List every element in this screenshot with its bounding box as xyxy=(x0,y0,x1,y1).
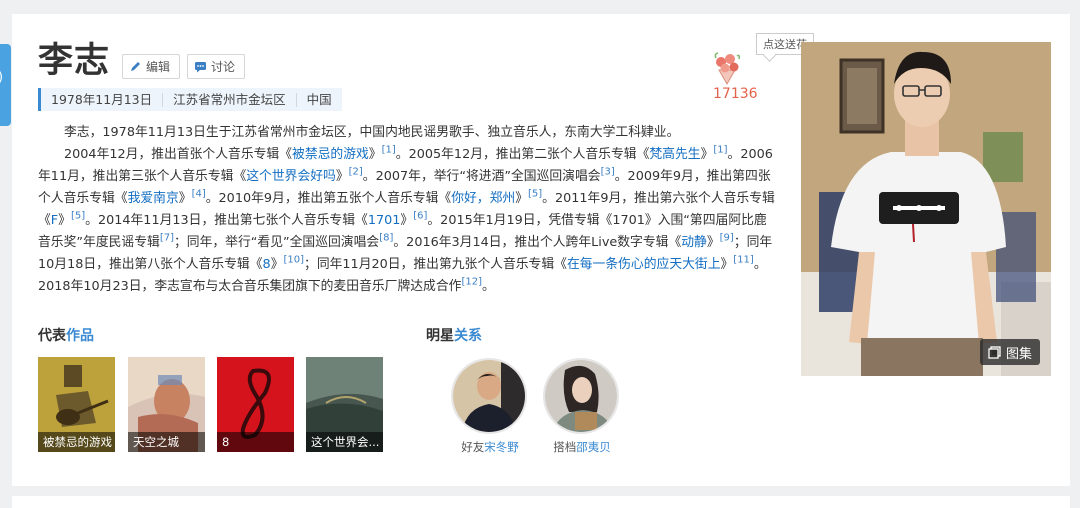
citation-link[interactable]: [7] xyxy=(160,233,174,244)
text-run: 》 xyxy=(335,169,349,184)
discuss-button-label: 讨论 xyxy=(211,60,236,74)
text-run: 2004年12月，推出首张个人音乐专辑《 xyxy=(64,147,293,162)
citation-link[interactable]: [11] xyxy=(733,255,754,266)
relation-label-2: 搭档邵夷贝 xyxy=(532,439,632,455)
discuss-button[interactable]: 讨论 xyxy=(187,54,245,79)
nationality: 中国 xyxy=(306,91,332,107)
entry-card: 李志 编辑 讨论 1978年11月13日 江苏省常州市金坛区 中国 点这送花 1… xyxy=(12,14,1070,486)
text-run: 。 xyxy=(481,279,495,294)
birth-place: 江苏省常州市金坛区 xyxy=(163,92,297,107)
basic-info-bar: 1978年11月13日 江苏省常州市金坛区 中国 xyxy=(38,88,342,111)
relation-avatar-1[interactable] xyxy=(451,358,527,434)
text-run: 》 xyxy=(706,235,720,250)
avatar xyxy=(545,360,617,432)
flower-icon[interactable] xyxy=(710,50,744,86)
gallery-icon xyxy=(988,345,1001,359)
side-nav-tab-label: ) xyxy=(0,70,3,85)
citation-link[interactable]: [3] xyxy=(601,167,615,178)
citation-link[interactable]: [5] xyxy=(71,211,85,222)
citation-link[interactable]: [1] xyxy=(382,145,396,156)
text-run: 》 xyxy=(400,213,414,228)
works-title-blue: 作品 xyxy=(66,328,94,344)
text-run: 。2010年9月，推出第五张个人音乐专辑《 xyxy=(205,191,452,206)
album-link[interactable]: 在每一条伤心的应天大街上 xyxy=(567,257,721,272)
work-title: 8 xyxy=(217,432,294,452)
work-title: 天空之城 xyxy=(128,432,205,452)
side-nav-tab[interactable]: ) xyxy=(0,44,11,126)
text-run: ；同年，举行“看见”全国巡回演唱会 xyxy=(173,235,380,250)
citation-link[interactable]: [5] xyxy=(528,189,542,200)
text-run: 。2005年12月，推出第二张个人音乐专辑《 xyxy=(395,147,650,162)
relation-label-1: 好友宋冬野 xyxy=(440,439,540,455)
work-item-2[interactable]: 天空之城 xyxy=(128,357,205,452)
photo-atlas-button[interactable]: 图集 xyxy=(980,339,1040,365)
relations-section-title: 明星关系 xyxy=(426,325,482,345)
album-link[interactable]: 动静 xyxy=(681,235,707,250)
relation-name-link[interactable]: 宋冬野 xyxy=(484,440,519,454)
work-item-3[interactable]: 8 xyxy=(217,357,294,452)
text-run: 。2007年，举行“将进酒”全国巡回演唱会 xyxy=(362,169,601,184)
text-run: 。2016年3月14日，推出个人跨年Live数字专辑《 xyxy=(393,235,682,250)
text-run: ；同年11月20日，推出第九张个人音乐专辑《 xyxy=(304,257,567,272)
relation-name-link[interactable]: 邵夷贝 xyxy=(576,440,611,454)
work-title: 被禁忌的游戏 xyxy=(38,432,115,452)
intro-paragraph-1: 李志，1978年11月13日生于江苏省常州市金坛区，中国内地民谣男歌手、独立音乐… xyxy=(64,125,680,140)
entry-title: 李志 xyxy=(38,41,111,81)
album-link[interactable]: 1701 xyxy=(368,213,401,228)
album-link[interactable]: 梵高先生 xyxy=(649,147,700,162)
flower-count: 17136 xyxy=(713,86,758,102)
intro-summary: 李志，1978年11月13日生于江苏省常州市金坛区，中国内地民谣男歌手、独立音乐… xyxy=(38,122,778,298)
work-item-4[interactable]: 这个世界会... xyxy=(306,357,383,452)
birth-date: 1978年11月13日 xyxy=(41,92,164,107)
artist-photo-image xyxy=(801,42,1051,376)
album-link[interactable]: 我爱南京 xyxy=(128,191,179,206)
work-item-1[interactable]: 被禁忌的游戏 xyxy=(38,357,115,452)
text-run: 》 xyxy=(515,191,528,206)
citation-link[interactable]: [9] xyxy=(720,233,734,244)
work-title: 这个世界会... xyxy=(306,432,383,452)
artist-photo[interactable] xyxy=(801,42,1051,376)
relations-title-blue: 关系 xyxy=(454,328,482,344)
next-section-card xyxy=(12,496,1070,508)
text-run: 》 xyxy=(720,257,734,272)
edit-button[interactable]: 编辑 xyxy=(122,54,180,79)
text-run: 。2014年11月13日，推出第七张个人音乐专辑《 xyxy=(85,213,368,228)
album-link[interactable]: 被禁忌的游戏 xyxy=(292,147,369,162)
text-run: 》 xyxy=(270,257,284,272)
relation-role: 搭档 xyxy=(553,440,577,454)
citation-link[interactable]: [1] xyxy=(713,145,727,156)
relations-title-plain: 明星 xyxy=(426,328,454,344)
photo-atlas-label: 图集 xyxy=(1005,346,1032,362)
relation-avatar-2[interactable] xyxy=(543,358,619,434)
intro-paragraph-2: 2004年12月，推出首张个人音乐专辑《被禁忌的游戏》[1]。2005年12月，… xyxy=(38,144,778,298)
text-run: 》 xyxy=(700,147,714,162)
album-link[interactable]: 8 xyxy=(263,257,271,272)
citation-link[interactable]: [8] xyxy=(379,233,393,244)
album-link[interactable]: 你好，郑州 xyxy=(451,191,515,206)
citation-link[interactable]: [6] xyxy=(413,211,427,222)
relation-role: 好友 xyxy=(461,440,485,454)
pencil-icon xyxy=(131,62,140,71)
text-run: 》 xyxy=(368,147,382,162)
works-title-plain: 代表 xyxy=(38,328,66,344)
text-run: 》 xyxy=(178,191,192,206)
citation-link[interactable]: [2] xyxy=(349,167,363,178)
edit-button-label: 编辑 xyxy=(146,60,171,74)
citation-link[interactable]: [12] xyxy=(461,277,482,288)
album-link[interactable]: 这个世界会好吗 xyxy=(246,169,336,184)
citation-link[interactable]: [10] xyxy=(283,255,304,266)
avatar xyxy=(453,360,525,432)
works-section-title: 代表作品 xyxy=(38,325,94,345)
citation-link[interactable]: [4] xyxy=(192,189,206,200)
text-run: 》 xyxy=(58,213,71,228)
chat-icon xyxy=(195,62,206,73)
